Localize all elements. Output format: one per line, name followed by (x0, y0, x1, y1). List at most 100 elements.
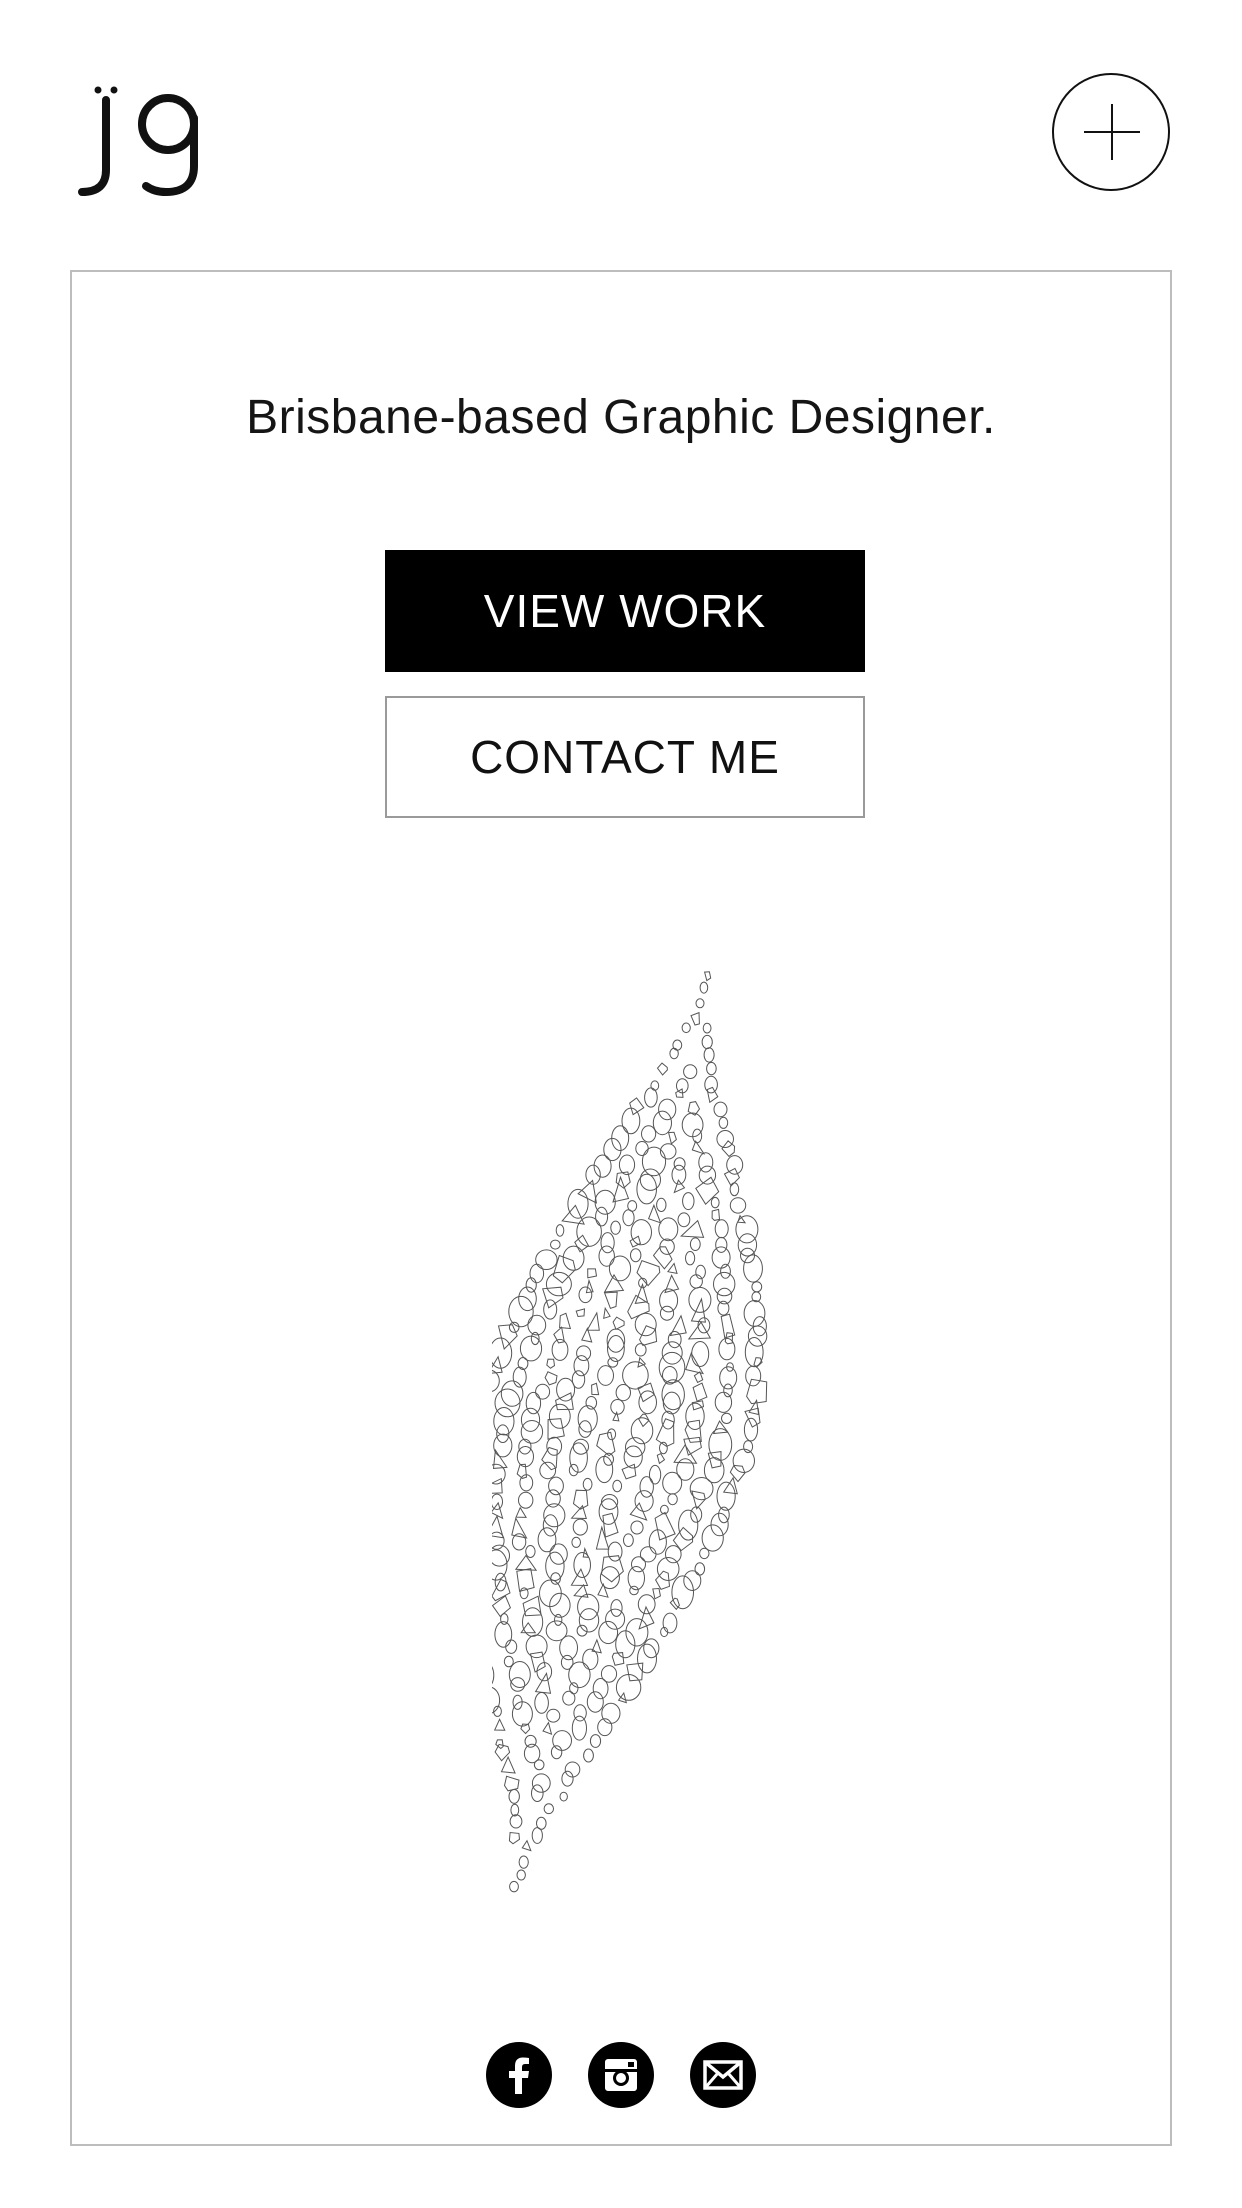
mosaic-cell (647, 1203, 662, 1224)
mosaic-cell (672, 1526, 694, 1552)
mosaic-cell (699, 1547, 710, 1560)
mosaic-cell (743, 1440, 754, 1454)
mosaic-cell (658, 1217, 679, 1242)
mosaic-cell (683, 1436, 702, 1456)
mosaic-cell (545, 1551, 565, 1581)
mosaic-cell (529, 1263, 545, 1284)
mosaic-cell (516, 1446, 535, 1468)
mosaic-cell (578, 1286, 593, 1304)
mosaic-cell (706, 1061, 717, 1076)
mosaic-cell (708, 1428, 733, 1461)
mosaic-cell (661, 1379, 685, 1411)
mosaic-cell (519, 1587, 529, 1600)
mosaic-cell (711, 1208, 721, 1221)
mosaic-cell (524, 1734, 537, 1748)
mosaic-cell (704, 1075, 718, 1094)
mosaic-cell (612, 1316, 625, 1330)
logo[interactable] (74, 78, 214, 198)
mosaic-cell (603, 1306, 611, 1320)
mosaic-cell (683, 1064, 698, 1079)
mosaic-cell (621, 1463, 637, 1480)
mosaic-cell (552, 1730, 572, 1751)
mosaic-cell (743, 1300, 766, 1327)
mosaic-cell (492, 1665, 495, 1685)
mosaic-cell (546, 1436, 563, 1456)
mosaic-cell (745, 1365, 762, 1387)
mosaic-cell (662, 1366, 678, 1385)
mosaic-cell (639, 1168, 661, 1191)
mosaic-cell (694, 1562, 706, 1576)
mosaic-cell (597, 1365, 614, 1386)
mosaic-cell (529, 1651, 546, 1673)
mosaic-cell (710, 1196, 720, 1209)
mosaic-cell (585, 1278, 594, 1294)
mosaic-cell (531, 1827, 543, 1844)
mosaic-cell (656, 1452, 666, 1465)
mosaic-cell (623, 1533, 634, 1548)
mosaic-cell (658, 1098, 677, 1121)
mosaic-cell (751, 1281, 763, 1293)
mosaic-cell (589, 1734, 602, 1748)
mosaic-cell (531, 1784, 544, 1803)
mosaic-cell (509, 1814, 523, 1829)
mosaic-cell (652, 1110, 672, 1136)
mosaic-cell (743, 1417, 759, 1442)
mosaic-cell (669, 1047, 679, 1060)
mosaic-cell (548, 1476, 564, 1496)
mosaic-cell (662, 1391, 681, 1415)
mosaic-cell (598, 1498, 619, 1525)
mosaic-cell (555, 1224, 565, 1237)
instagram-icon[interactable] (588, 2042, 654, 2108)
mosaic-cell (492, 1578, 511, 1602)
mosaic-cell (627, 1294, 650, 1320)
mosaic-cell (630, 1520, 644, 1535)
mosaic-cell (548, 1403, 571, 1429)
mosaic-cell (525, 1545, 536, 1558)
mosaic-cell (634, 1490, 654, 1512)
menu-button[interactable] (1052, 73, 1170, 191)
mosaic-cell (514, 1554, 538, 1571)
mosaic-cell (656, 1062, 668, 1076)
mosaic-cell (689, 1274, 703, 1289)
mosaic-cell (716, 1481, 736, 1511)
mosaic-cell (559, 1635, 578, 1661)
mosaic-cell (586, 1311, 600, 1331)
mosaic-cell (617, 1691, 628, 1704)
mosaic-cell (549, 1592, 571, 1618)
facebook-icon[interactable] (486, 2042, 552, 2108)
mosaic-cell (677, 1212, 691, 1228)
mosaic-cell (612, 1175, 630, 1203)
mosaic-cell (631, 1556, 646, 1573)
mosaic-cell (714, 1219, 729, 1239)
mosaic-cell (637, 1643, 657, 1674)
mosaic-cell (690, 1011, 700, 1026)
mosaic-cell (492, 1477, 503, 1494)
contact-me-button[interactable]: CONTACT ME (385, 696, 865, 818)
mosaic-cell (685, 1402, 705, 1430)
mosaic-cell (641, 1125, 657, 1143)
mosaic-cell (587, 1268, 598, 1279)
mosaic-cell (542, 1721, 553, 1736)
mosaic-cell (525, 1634, 548, 1659)
mosaic-cell (634, 1282, 649, 1305)
mosaic-cell (553, 1613, 563, 1626)
mosaic-cell (576, 1345, 592, 1362)
mosaic-cell (549, 1543, 568, 1565)
mosaic-cell (695, 1176, 720, 1205)
mosaic-cell (662, 1612, 678, 1634)
mosaic-cell (546, 1358, 556, 1369)
view-work-button[interactable]: VIEW WORK (385, 550, 865, 672)
mosaic-cell (511, 1516, 528, 1539)
mosaic-cell (650, 1080, 660, 1091)
mosaic-cell (515, 1506, 528, 1518)
mosaic-cell (562, 1690, 576, 1706)
mosaic-cell (603, 1273, 625, 1293)
mosaic-cell (667, 1493, 678, 1506)
mosaic-cell (685, 1251, 696, 1266)
leaf-mosaic-illustration (492, 971, 768, 1893)
mosaic-cell (583, 1748, 594, 1763)
mosaic-cell (667, 1131, 677, 1145)
mosaic-cell (546, 1708, 561, 1723)
email-icon[interactable] (690, 2042, 756, 2108)
mosaic-cell (591, 1638, 602, 1654)
